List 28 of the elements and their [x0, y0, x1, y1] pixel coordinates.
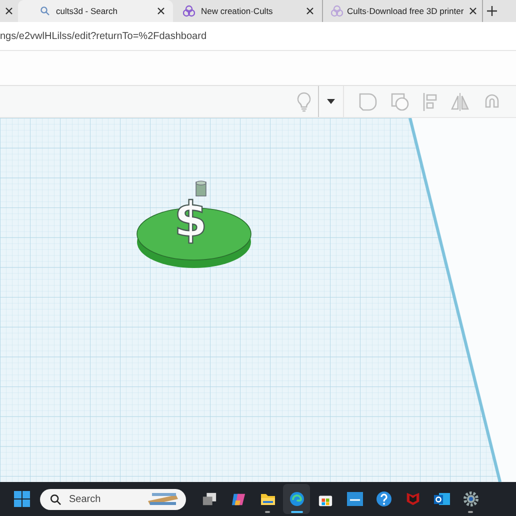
windows-start-icon[interactable]	[14, 491, 30, 507]
folder-icon	[260, 491, 276, 507]
close-icon[interactable]	[306, 7, 314, 15]
help-icon	[376, 491, 392, 507]
taskbar-app[interactable]	[283, 484, 310, 514]
close-icon[interactable]	[157, 7, 165, 15]
browser-tab[interactable]: cults3d - Search	[18, 0, 173, 22]
task-view-icon	[202, 492, 217, 506]
search-icon	[50, 494, 61, 504]
shield-icon	[406, 491, 420, 507]
close-icon[interactable]	[469, 7, 477, 15]
search-icon	[40, 6, 50, 16]
edge-icon	[288, 491, 304, 507]
app-tile-icon	[346, 491, 362, 507]
settings-icon	[462, 491, 478, 507]
tab-title: New creation·Cults	[201, 6, 274, 16]
new-tab-icon[interactable]	[487, 6, 497, 16]
tab-title: cults3d - Search	[56, 6, 118, 16]
taskbar-search-field[interactable]: Search	[40, 488, 186, 510]
address-field[interactable]: ngs/e2vwlHLilss/edit?returnTo=%2Fdashboard	[0, 30, 207, 42]
caret-icon[interactable]	[327, 99, 335, 104]
tab-title: Cults·Download free 3D printer	[347, 6, 465, 16]
mail-icon	[434, 491, 450, 507]
copilot-icon	[231, 492, 246, 506]
close-icon[interactable]	[5, 7, 13, 15]
cults-icon	[183, 5, 195, 17]
dollar-sign: $	[174, 196, 208, 244]
cults-icon	[331, 5, 343, 17]
